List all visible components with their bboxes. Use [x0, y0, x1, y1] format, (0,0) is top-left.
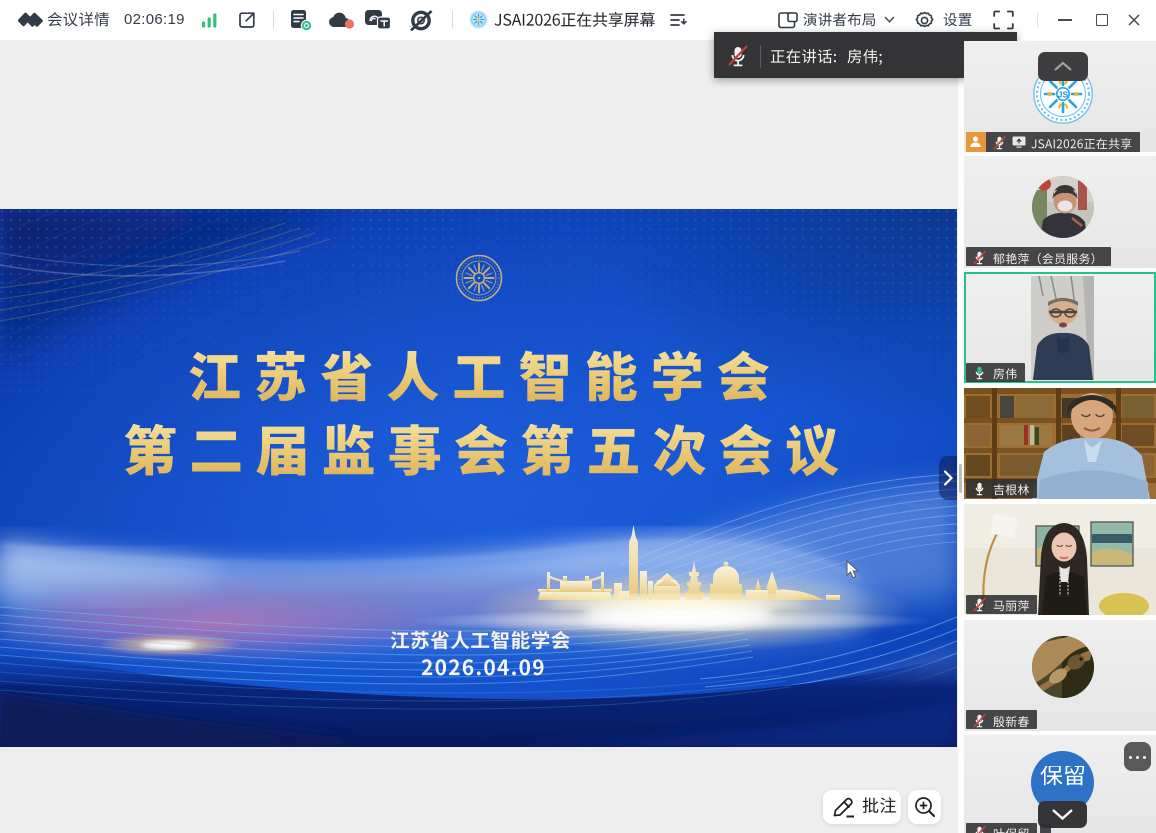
svg-text:JS: JS [1057, 89, 1068, 99]
